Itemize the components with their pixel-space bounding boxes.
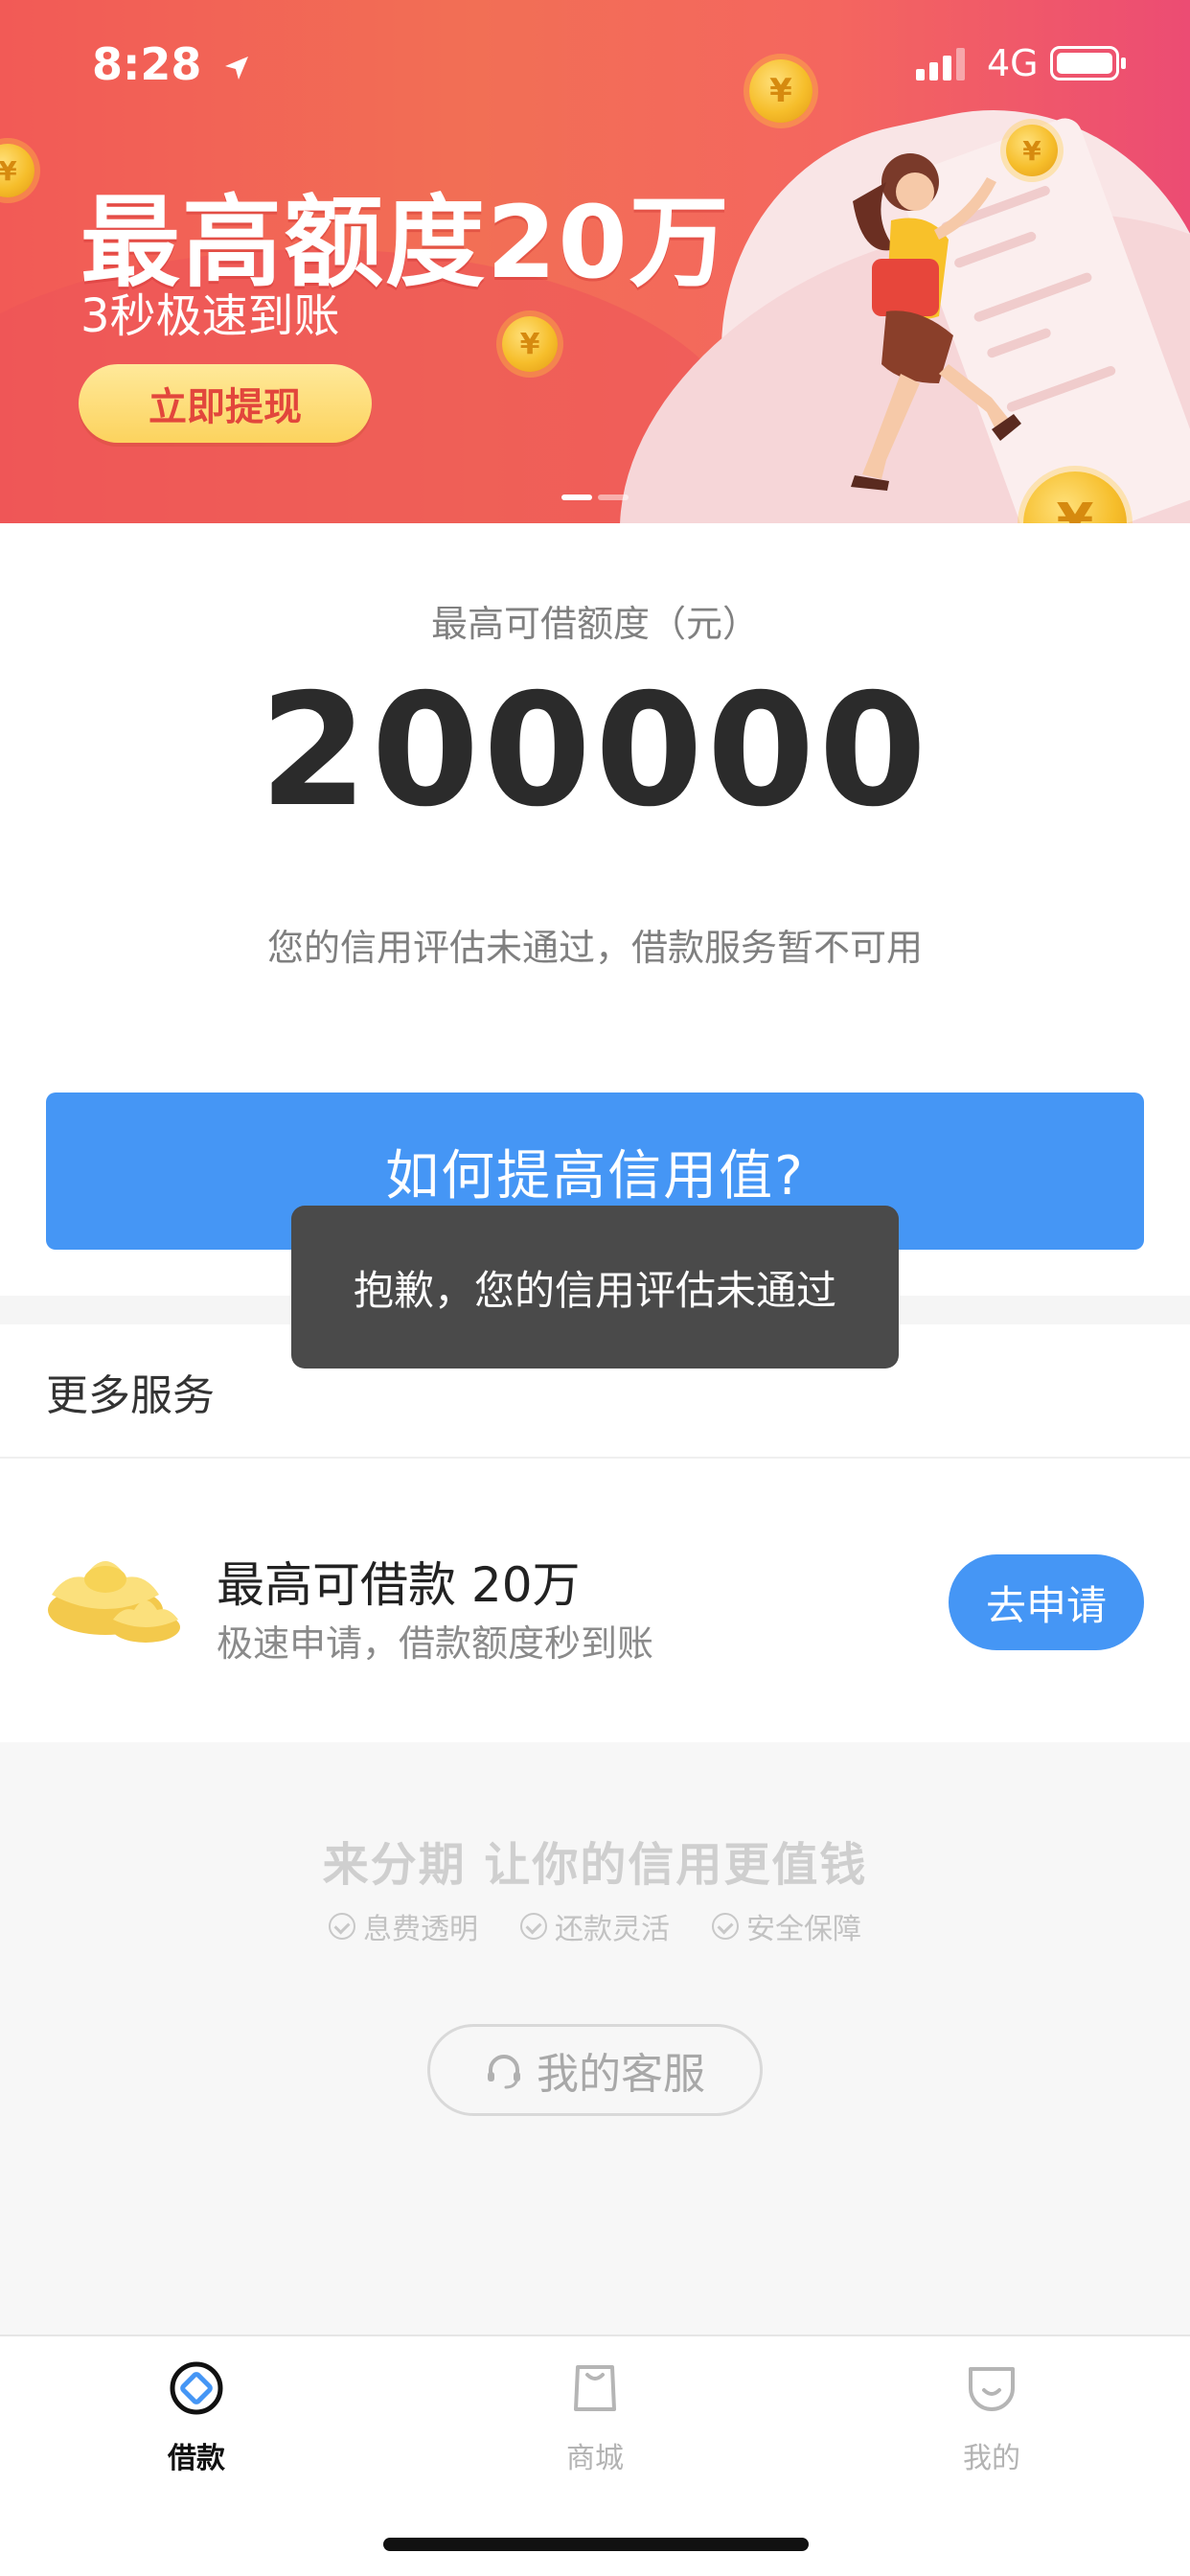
carousel-dot-active	[561, 494, 592, 500]
feature-label: 还款灵活	[555, 1913, 670, 1946]
feature-label: 安全保障	[746, 1913, 861, 1946]
woman-illustration	[851, 153, 1021, 491]
location-arrow-icon	[225, 56, 249, 80]
slogan: 来分期 让你的信用更值钱	[322, 1838, 868, 1892]
service-subtitle: 极速申请，借款额度秒到账	[217, 1622, 654, 1665]
carousel-indicator	[561, 494, 629, 500]
feature-label: 息费透明	[363, 1913, 478, 1946]
footer-section: 来分期 让你的信用更值钱 息费透明 还款灵活 安全保障 我的客服	[0, 1742, 1190, 2336]
coin-icon: ¥	[502, 316, 558, 372]
gold-ingot-icon	[48, 1561, 180, 1643]
credit-status-note: 您的信用评估未通过，借款服务暂不可用	[266, 927, 923, 969]
withdraw-now-button[interactable]: 立即提现	[79, 364, 372, 443]
check-circle-icon	[520, 1913, 547, 1940]
tab-label: 我的	[963, 2442, 1020, 2475]
toast-message: 抱歉，您的信用评估未通过	[291, 1206, 899, 1368]
tab-loan[interactable]: 借款	[101, 2359, 292, 2476]
feature-list: 息费透明 还款灵活 安全保障	[0, 1905, 1190, 1947]
check-circle-icon	[329, 1913, 355, 1940]
shop-icon	[574, 2365, 616, 2411]
banner-subtitle: 3秒极速到账	[80, 289, 340, 343]
service-item[interactable]: 最高可借款 20万 极速申请，借款额度秒到账 去申请	[0, 1459, 1190, 1742]
service-title: 最高可借款 20万	[217, 1557, 581, 1613]
network-type: 4G	[987, 42, 1039, 84]
coin-icon: ¥	[0, 144, 34, 197]
app-screen: ¥ ¥ ¥ ¥ ¥ 最高额度20万 3秒极速到账 立即提现 8:28 4G 最高…	[0, 0, 1190, 2576]
headset-icon	[488, 2055, 520, 2089]
apply-button[interactable]: 去申请	[949, 1554, 1144, 1650]
status-time: 8:28	[92, 38, 251, 90]
tab-shop[interactable]: 商城	[499, 2359, 691, 2476]
battery-icon	[1050, 46, 1126, 80]
tab-profile[interactable]: 我的	[896, 2359, 1087, 2476]
profile-icon	[969, 2367, 1015, 2411]
tab-label: 借款	[168, 2442, 225, 2475]
loan-icon	[170, 2361, 223, 2415]
customer-service-label: 我的客服	[537, 2050, 705, 2099]
carousel-dot	[598, 494, 629, 500]
feature-item: 息费透明	[329, 1905, 478, 1947]
max-quota-label: 最高可借额度（元）	[430, 603, 759, 645]
feature-item: 安全保障	[712, 1905, 861, 1947]
customer-service-button[interactable]: 我的客服	[427, 2024, 763, 2116]
home-indicator[interactable]	[383, 2538, 809, 2551]
check-circle-icon	[712, 1913, 739, 1940]
tab-label: 商城	[566, 2442, 624, 2475]
max-quota-value: 200000	[259, 661, 931, 841]
feature-item: 还款灵活	[520, 1905, 670, 1947]
more-services-title: 更多服务	[46, 1371, 215, 1420]
status-time-text: 8:28	[92, 38, 202, 90]
status-bar: 8:28 4G	[0, 0, 1190, 126]
cellular-signal-icon	[916, 48, 965, 80]
